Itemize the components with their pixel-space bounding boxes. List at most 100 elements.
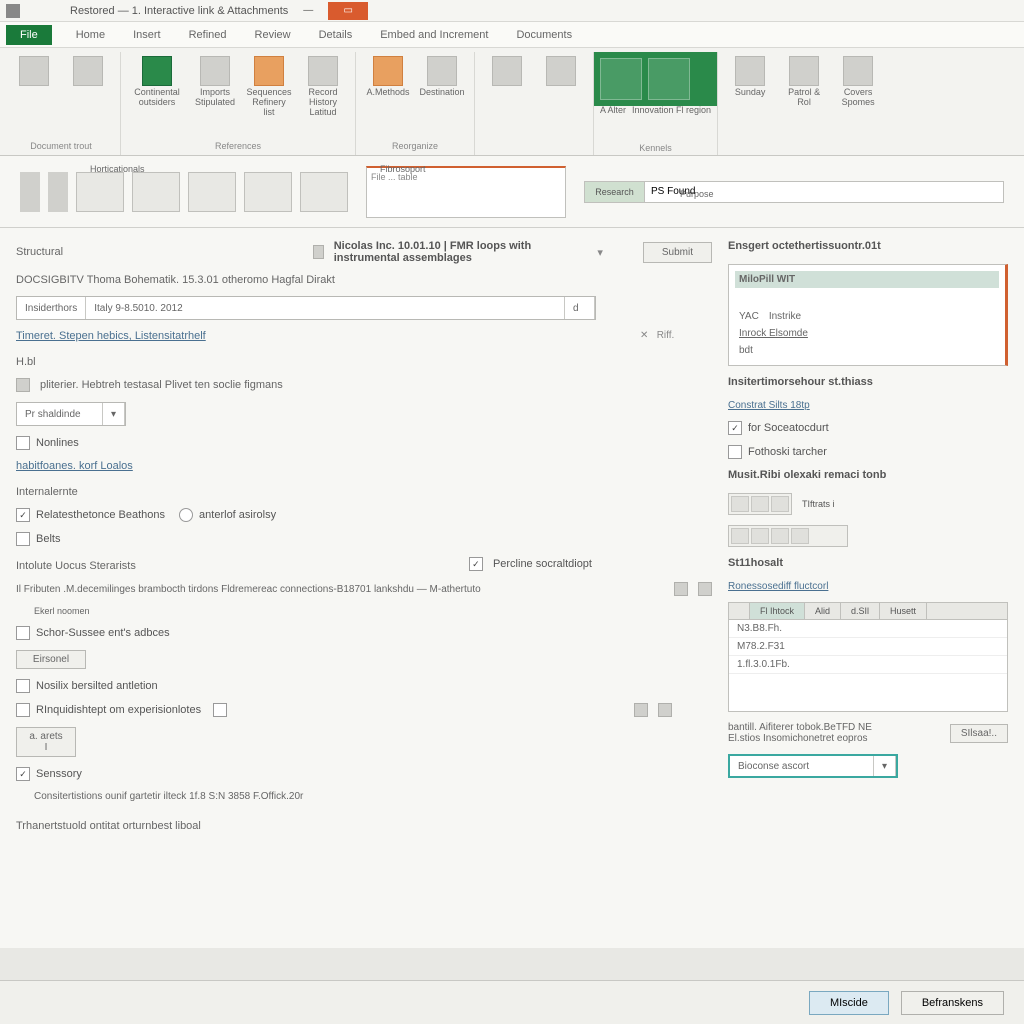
list-tab-3[interactable]: d.SIl bbox=[841, 603, 880, 619]
para-icon-1[interactable] bbox=[674, 582, 688, 596]
accent-btn-alter[interactable] bbox=[600, 58, 642, 100]
ribbon-btn-record[interactable]: Record History Latitud bbox=[299, 54, 347, 120]
menu-review[interactable]: Review bbox=[241, 25, 305, 45]
chk-source[interactable] bbox=[728, 421, 742, 435]
input-2-drop[interactable]: ▾ bbox=[103, 403, 125, 425]
thumb-5[interactable] bbox=[300, 172, 348, 212]
tool-3[interactable] bbox=[771, 496, 789, 512]
panel1-row3[interactable]: bdt bbox=[735, 342, 999, 359]
file-tab[interactable]: File bbox=[6, 25, 52, 45]
section-internal: Internalernte bbox=[16, 486, 712, 498]
link-timeret[interactable]: Timeret. Stepen hebics, Listensitatrhelf bbox=[16, 330, 712, 342]
tool-b2[interactable] bbox=[751, 528, 769, 544]
content: Structural Nicolas Inc. 10.01.10 | FMR l… bbox=[0, 228, 1024, 948]
ribbon-btn-patrol[interactable]: Patrol & Rol bbox=[780, 54, 828, 110]
dropdown-bioconse[interactable]: Bioconse ascort ▾ bbox=[728, 754, 898, 778]
para-icon-2[interactable] bbox=[698, 582, 712, 596]
thumb-section-label: Horticationals bbox=[90, 165, 145, 175]
menu-details[interactable]: Details bbox=[305, 25, 367, 45]
search-label-box[interactable]: Research bbox=[585, 182, 645, 202]
ribbon-btn-covers[interactable]: Covers Spomes bbox=[834, 54, 882, 110]
panel1-row1[interactable]: YACInstrike bbox=[735, 308, 999, 325]
tool-2[interactable] bbox=[751, 496, 769, 512]
ribbon-btn-dest[interactable]: Destination bbox=[418, 54, 466, 100]
chk-other[interactable] bbox=[728, 445, 742, 459]
window-controls: — ▭ bbox=[288, 2, 368, 20]
chk-belts-label: Belts bbox=[36, 533, 60, 545]
ribbon-btn-methods[interactable]: A.Methods bbox=[364, 54, 412, 100]
chk-strike[interactable] bbox=[16, 626, 30, 640]
panel1-title[interactable]: MiloPill WIT bbox=[735, 271, 999, 288]
grid-icon-2[interactable] bbox=[658, 703, 672, 717]
mini-panel-1: MiloPill WIT YACInstrike Inrock Elsomde … bbox=[728, 264, 1008, 366]
chk-percline[interactable] bbox=[469, 557, 483, 571]
close-button[interactable]: ▭ bbox=[328, 2, 368, 20]
input-2[interactable]: Pr shaldinde ▾ bbox=[16, 402, 126, 426]
list-tab-2[interactable]: Alid bbox=[805, 603, 841, 619]
grid-icon-1[interactable] bbox=[634, 703, 648, 717]
link-recon[interactable]: Ronessosediff fluctcorl bbox=[728, 581, 1008, 592]
list-tab-4[interactable]: Husett bbox=[880, 603, 927, 619]
tool-1[interactable] bbox=[731, 496, 749, 512]
mini-toolbar-2 bbox=[728, 525, 848, 547]
ribbon-btn-sunday[interactable]: Sunday bbox=[726, 54, 774, 100]
menu-home[interactable]: Home bbox=[62, 25, 119, 45]
section-icon[interactable] bbox=[313, 245, 324, 259]
doc-line: DOCSIGBITV Thoma Bohematik. 15.3.01 othe… bbox=[16, 274, 335, 286]
field-expand-icon[interactable] bbox=[16, 378, 30, 392]
thumb-prev[interactable] bbox=[20, 172, 40, 212]
tool-b1[interactable] bbox=[731, 528, 749, 544]
chk-relates[interactable] bbox=[16, 508, 30, 522]
ribbon-btn-2[interactable] bbox=[64, 54, 112, 90]
ok-button[interactable]: MIscide bbox=[809, 991, 889, 1015]
thumb-1[interactable] bbox=[76, 172, 124, 212]
ribbon-btn-b1[interactable] bbox=[483, 54, 531, 90]
cancel-button[interactable]: Befranskens bbox=[901, 991, 1004, 1015]
sub-sensor: Consitertistions ounif gartetir ilteck 1… bbox=[34, 791, 712, 802]
btn-set[interactable]: SIlsaa!.. bbox=[950, 724, 1008, 743]
btn-eirsonel[interactable]: Eirsonel bbox=[16, 650, 86, 669]
list-tab-1[interactable]: Fl Ihtock bbox=[750, 603, 805, 619]
menu-documents[interactable]: Documents bbox=[502, 25, 586, 45]
chk-sensor[interactable] bbox=[16, 767, 30, 781]
combo-seg-1[interactable]: Insiderthors bbox=[17, 297, 86, 319]
list-row-0[interactable]: N3.B8.Fh. bbox=[729, 620, 1007, 638]
chk-anterior[interactable] bbox=[179, 508, 193, 522]
ribbon-btn-imports[interactable]: Imports Stipulated bbox=[191, 54, 239, 110]
tool-b3[interactable] bbox=[771, 528, 789, 544]
thumb-3[interactable] bbox=[188, 172, 236, 212]
list-tab-0[interactable] bbox=[729, 603, 750, 619]
link-habit[interactable]: habitfoanes. korf Loalos bbox=[16, 460, 712, 472]
ribbon-btn-b2[interactable] bbox=[537, 54, 585, 90]
input-combo[interactable]: Insiderthors Italy 9-8.5010. 2012 d bbox=[16, 296, 596, 320]
ribbon-btn-continental[interactable]: Continental outsiders bbox=[129, 54, 185, 110]
chk-extended[interactable] bbox=[16, 679, 30, 693]
menu-embed[interactable]: Embed and Increment bbox=[366, 25, 502, 45]
ribbon-btn-1[interactable] bbox=[10, 54, 58, 90]
list-row-2[interactable]: 1.fl.3.0.1Fb. bbox=[729, 656, 1007, 674]
chk-anterior-label: anterlof asirolsy bbox=[199, 509, 276, 521]
menu-refined[interactable]: Refined bbox=[175, 25, 241, 45]
panel1-row2[interactable]: Inrock Elsomde bbox=[735, 325, 999, 342]
minimize-button[interactable]: — bbox=[288, 2, 328, 20]
dropdown-caret-icon[interactable]: ▾ bbox=[597, 246, 603, 259]
chk-nonlines[interactable] bbox=[16, 436, 30, 450]
combo-seg-3[interactable]: d bbox=[565, 297, 595, 319]
chk-ranges-2[interactable] bbox=[213, 703, 227, 717]
link-step[interactable]: Constrat Silts 18tp bbox=[728, 400, 1008, 411]
combo-seg-2[interactable]: Italy 9-8.5010. 2012 bbox=[86, 297, 565, 319]
btn-inner[interactable]: a. arets I bbox=[16, 727, 76, 757]
tool-b4[interactable] bbox=[791, 528, 809, 544]
dropdown-caret-icon[interactable]: ▾ bbox=[874, 756, 896, 776]
list-row-1[interactable]: M78.2.F31 bbox=[729, 638, 1007, 656]
ribbon-btn-seq[interactable]: Sequences Refinery list bbox=[245, 54, 293, 120]
thumb-2[interactable] bbox=[132, 172, 180, 212]
submit-button[interactable]: Submit bbox=[643, 242, 712, 263]
input-2-text[interactable]: Pr shaldinde bbox=[17, 403, 103, 425]
thumb-4[interactable] bbox=[244, 172, 292, 212]
thumb-prev2[interactable] bbox=[48, 172, 68, 212]
chk-ranges[interactable] bbox=[16, 703, 30, 717]
menu-insert[interactable]: Insert bbox=[119, 25, 175, 45]
chk-belts[interactable] bbox=[16, 532, 30, 546]
accent-btn-innov[interactable] bbox=[648, 58, 690, 100]
